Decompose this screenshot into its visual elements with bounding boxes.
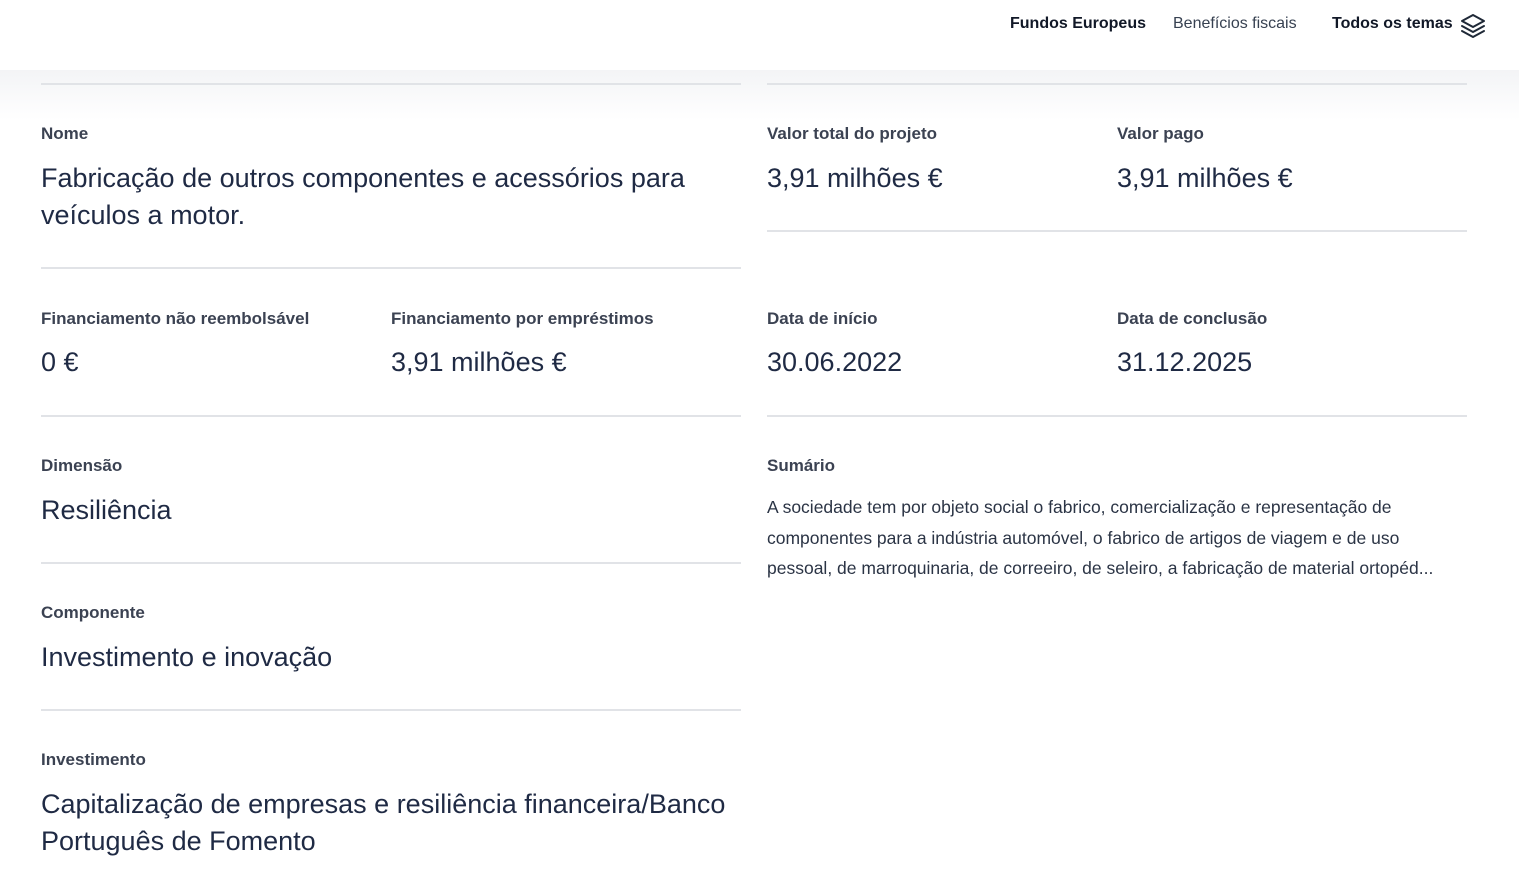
- field-value-data-conclusao: 31.12.2025: [1117, 347, 1253, 377]
- field-value-investimento: Capitalização de empresas e resiliência …: [41, 789, 726, 856]
- field-label-investimento: Investimento: [41, 750, 146, 769]
- field-value-dimensao: Resiliência: [41, 495, 172, 525]
- field-label-sumario: Sumário: [767, 456, 836, 475]
- field-value-sumario: A sociedade tem por objeto social o fabr…: [767, 497, 1434, 578]
- top-navigation: Fundos Europeus Benefícios fiscais Todos…: [0, 0, 1519, 70]
- field-label-data-inicio: Data de início: [767, 309, 878, 328]
- divider: [767, 83, 1467, 85]
- layers-icon[interactable]: [1460, 12, 1486, 40]
- field-label-financiamento-nao-reembolsavel: Financiamento não reembolsável: [41, 309, 310, 328]
- divider: [767, 415, 1467, 417]
- divider: [41, 562, 741, 564]
- field-value-valor-total: 3,91 milhões €: [767, 163, 943, 193]
- nav-link-fundos-europeus[interactable]: Fundos Europeus: [1010, 15, 1146, 33]
- divider: [41, 709, 741, 711]
- field-value-financiamento-nao-reembolsavel: 0 €: [41, 347, 79, 377]
- header-shadow: [0, 70, 1519, 120]
- divider: [767, 230, 1467, 232]
- nav-link-beneficios-fiscais[interactable]: Benefícios fiscais: [1173, 15, 1297, 33]
- field-label-data-conclusao: Data de conclusão: [1117, 309, 1268, 328]
- field-label-financiamento-emprestimos: Financiamento por empréstimos: [391, 309, 654, 328]
- field-label-valor-total: Valor total do projeto: [767, 124, 938, 143]
- divider: [41, 83, 741, 85]
- field-value-nome: Fabricação de outros componentes e acess…: [41, 163, 685, 230]
- field-value-financiamento-emprestimos: 3,91 milhões €: [391, 347, 567, 377]
- field-label-componente: Componente: [41, 603, 145, 622]
- field-label-dimensao: Dimensão: [41, 456, 123, 475]
- field-value-componente: Investimento e inovação: [41, 642, 333, 672]
- field-label-valor-pago: Valor pago: [1117, 124, 1204, 143]
- nav-link-todos-os-temas[interactable]: Todos os temas: [1332, 15, 1453, 33]
- field-label-nome: Nome: [41, 124, 89, 143]
- field-value-data-inicio: 30.06.2022: [767, 347, 903, 377]
- divider: [41, 267, 741, 269]
- field-value-valor-pago: 3,91 milhões €: [1117, 163, 1293, 193]
- divider: [41, 415, 741, 417]
